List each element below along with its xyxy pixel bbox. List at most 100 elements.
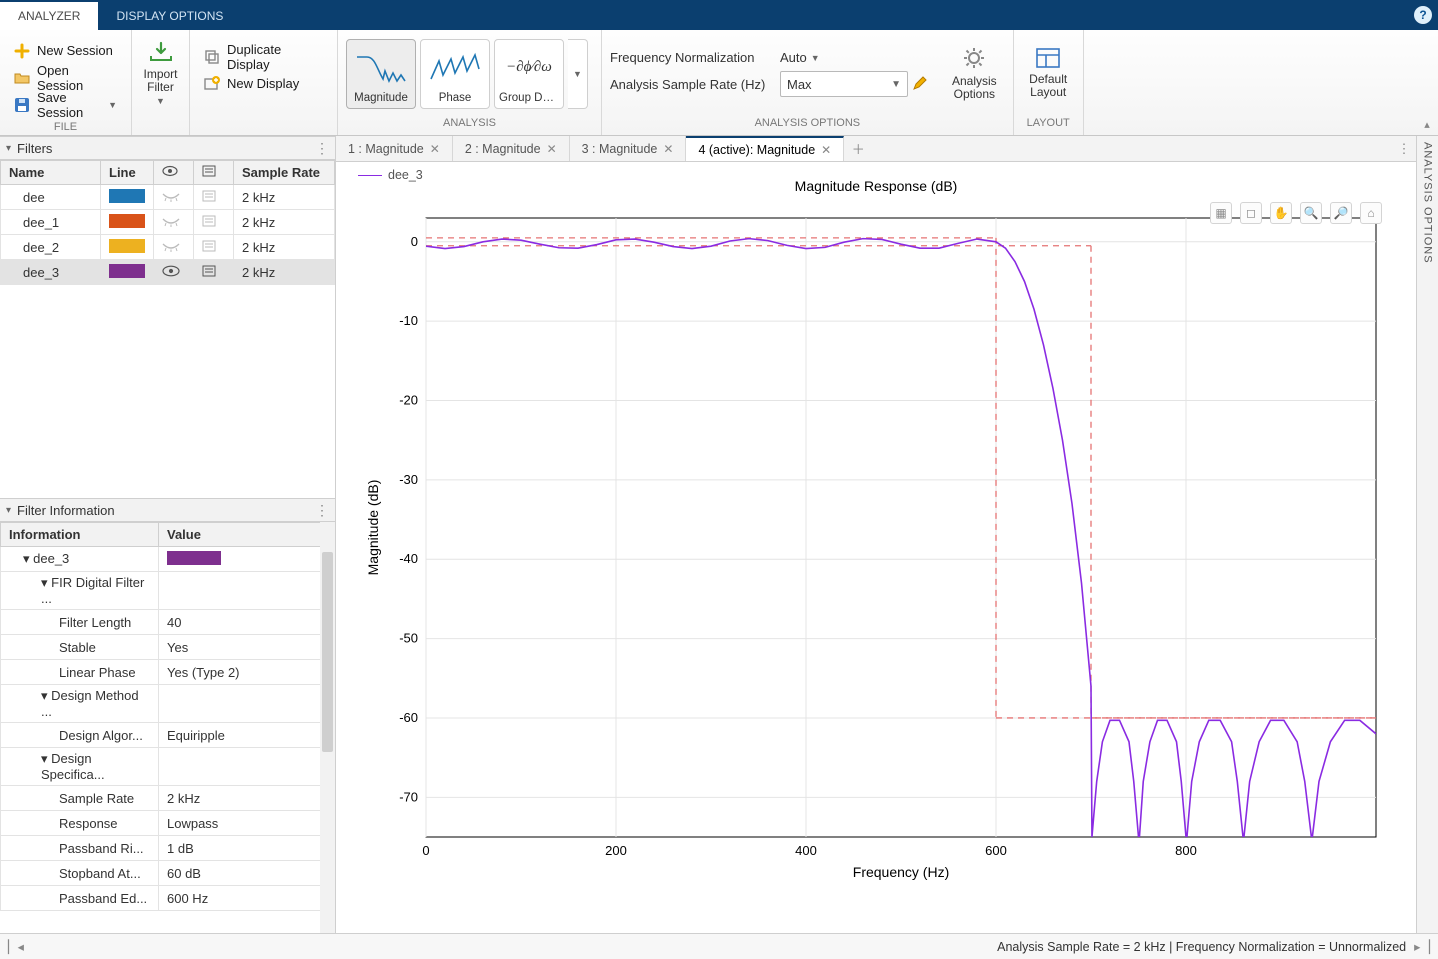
table-row[interactable]: Sample Rate2 kHz	[1, 786, 335, 811]
filter-visibility-toggle[interactable]	[154, 210, 194, 235]
filter-legend-toggle[interactable]	[194, 235, 234, 260]
plot-datatips-icon[interactable]: ◻	[1240, 202, 1262, 224]
table-row[interactable]: Design Algor...Equiripple	[1, 723, 335, 748]
svg-text:-40: -40	[399, 551, 418, 566]
table-row[interactable]: StableYes	[1, 635, 335, 660]
sample-rate-label: Analysis Sample Rate (Hz)	[610, 77, 780, 92]
plot-zoom-in-icon[interactable]: 🔍	[1300, 202, 1322, 224]
analysis-options-button[interactable]: AnalysisOptions	[944, 43, 1005, 104]
analysis-magnitude-button[interactable]: Magnitude	[346, 39, 416, 109]
doc-tabs-menu[interactable]: ⋮	[1392, 136, 1416, 161]
analysis-options-label: AnalysisOptions	[952, 75, 997, 101]
col-value[interactable]: Value	[159, 523, 335, 547]
filter-info-panel-menu[interactable]: ⋮	[315, 502, 329, 519]
close-icon[interactable]: ✕	[547, 142, 557, 156]
col-line[interactable]: Line	[101, 161, 154, 185]
table-row[interactable]: ▾ FIR Digital Filter ...	[1, 572, 335, 610]
freq-norm-value[interactable]: Auto	[780, 50, 807, 65]
analysis-phase-button[interactable]: Phase	[420, 39, 490, 109]
group-delay-thumb-icon: −∂ϕ⁄∂ω	[499, 44, 559, 92]
svg-text:-60: -60	[399, 710, 418, 725]
tab-display-options[interactable]: DISPLAY OPTIONS	[98, 0, 241, 30]
table-row[interactable]: dee_32 kHz	[1, 260, 335, 285]
table-row[interactable]: dee_22 kHz	[1, 235, 335, 260]
ribbon-collapse-button[interactable]: ▴	[1418, 118, 1436, 132]
table-row[interactable]: Passband Ri...1 dB	[1, 836, 335, 861]
table-row[interactable]: dee_12 kHz	[1, 210, 335, 235]
filter-legend-toggle[interactable]	[194, 260, 234, 285]
chart-svg[interactable]: 02004006008000-10-20-30-40-50-60-70Frequ…	[356, 198, 1396, 887]
filter-color-swatch[interactable]	[101, 260, 154, 285]
close-icon[interactable]: ✕	[663, 142, 673, 156]
filter-visibility-toggle[interactable]	[154, 235, 194, 260]
table-row[interactable]: Passband Ed...600 Hz	[1, 886, 335, 911]
col-visible[interactable]	[154, 161, 194, 185]
filter-visibility-toggle[interactable]	[154, 185, 194, 210]
document-tab-label: 4 (active): Magnitude	[698, 143, 815, 157]
analysis-group-delay-button[interactable]: −∂ϕ⁄∂ω Group Del...	[494, 39, 564, 109]
svg-text:600: 600	[985, 843, 1007, 858]
eye-closed-icon	[162, 240, 180, 252]
filter-visibility-toggle[interactable]	[154, 260, 194, 285]
status-collapse-left-icon[interactable]: ▏◂	[8, 939, 24, 954]
info-key: Passband Ed...	[1, 886, 159, 911]
table-row[interactable]: ▾ Design Specifica...	[1, 748, 335, 786]
filter-legend-toggle[interactable]	[194, 210, 234, 235]
help-button[interactable]: ?	[1408, 0, 1438, 30]
table-row[interactable]: Stopband At...60 dB	[1, 861, 335, 886]
filter-legend-toggle[interactable]	[194, 185, 234, 210]
filter-color-swatch[interactable]	[101, 235, 154, 260]
document-tab[interactable]: 1 : Magnitude✕	[336, 136, 453, 161]
analysis-phase-label: Phase	[439, 92, 472, 104]
close-icon[interactable]: ✕	[430, 142, 440, 156]
plot-brush-icon[interactable]: ▦	[1210, 202, 1232, 224]
info-scrollbar[interactable]	[320, 522, 335, 933]
eye-icon	[162, 165, 178, 177]
plot-zoom-out-icon[interactable]: 🔎	[1330, 202, 1352, 224]
col-information[interactable]: Information	[1, 523, 159, 547]
table-row[interactable]: Linear PhaseYes (Type 2)	[1, 660, 335, 685]
tab-analyzer[interactable]: ANALYZER	[0, 0, 98, 30]
document-tab[interactable]: 3 : Magnitude ✕	[570, 136, 687, 161]
document-tab[interactable]: 2 : Magnitude✕	[453, 136, 570, 161]
table-row[interactable]: ▾ Design Method ...	[1, 685, 335, 723]
plot-pan-icon[interactable]: ✋	[1270, 202, 1292, 224]
legend-icon	[202, 165, 216, 177]
filter-info-panel-header[interactable]: ▾ Filter Information ⋮	[0, 498, 335, 522]
new-display-button[interactable]: New Display	[198, 71, 329, 96]
analysis-options-sidebar[interactable]: ANALYSIS OPTIONS	[1416, 136, 1438, 933]
col-name[interactable]: Name	[1, 161, 101, 185]
edit-pencil-icon[interactable]	[912, 75, 928, 94]
col-legend[interactable]	[194, 161, 234, 185]
filters-panel-header[interactable]: ▾ Filters ⋮	[0, 136, 335, 160]
legend-icon	[202, 190, 216, 202]
chart-title: Magnitude Response (dB)	[356, 178, 1396, 194]
table-row[interactable]: dee2 kHz	[1, 185, 335, 210]
filters-panel-menu[interactable]: ⋮	[315, 140, 329, 157]
close-icon[interactable]: ✕	[821, 143, 831, 157]
table-row[interactable]: ResponseLowpass	[1, 811, 335, 836]
filter-color-swatch[interactable]	[101, 210, 154, 235]
import-filter-button[interactable]: ImportFilter ▼	[135, 38, 187, 109]
save-icon	[14, 97, 30, 113]
open-session-label: Open Session	[37, 63, 117, 93]
add-display-tab-button[interactable]: ＋	[844, 136, 872, 161]
analysis-gd-label: Group Del...	[499, 92, 559, 104]
save-session-button[interactable]: Save Session ▼	[8, 92, 123, 117]
plot-home-icon[interactable]: ⌂	[1360, 202, 1382, 224]
svg-text:800: 800	[1175, 843, 1197, 858]
chevron-down-icon[interactable]: ▼	[811, 53, 820, 63]
default-layout-button[interactable]: DefaultLayout	[1022, 45, 1075, 102]
col-sample-rate[interactable]: Sample Rate	[234, 161, 335, 185]
sample-rate-combo[interactable]: Max ▼	[780, 71, 908, 97]
open-session-button[interactable]: Open Session	[8, 65, 123, 90]
status-collapse-right-icon[interactable]: ▸▕	[1414, 939, 1430, 954]
document-tab-label: 3 : Magnitude	[582, 142, 658, 156]
document-tab[interactable]: 4 (active): Magnitude ✕	[686, 136, 844, 161]
table-row[interactable]: ▾ dee_3	[1, 547, 335, 572]
table-row[interactable]: Filter Length40	[1, 610, 335, 635]
filter-color-swatch[interactable]	[101, 185, 154, 210]
new-session-button[interactable]: New Session	[8, 38, 123, 63]
duplicate-display-button[interactable]: Duplicate Display	[198, 44, 329, 69]
analysis-gallery-expand[interactable]: ▼	[568, 39, 588, 109]
